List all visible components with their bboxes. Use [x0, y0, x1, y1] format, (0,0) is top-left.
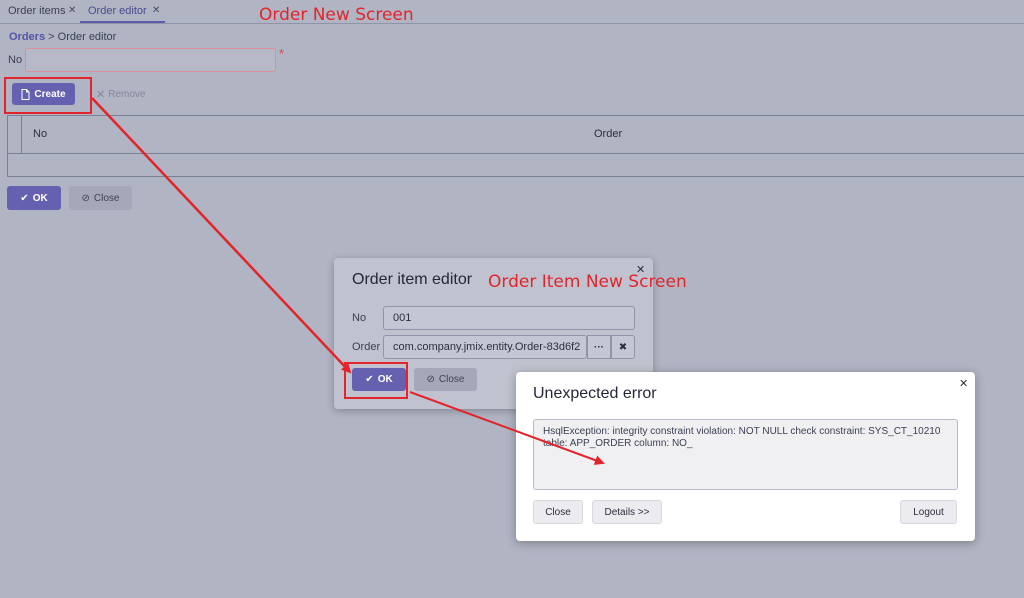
- cancel-circle-icon: ⊘: [81, 192, 90, 204]
- close-icon[interactable]: ✕: [152, 0, 160, 22]
- create-button[interactable]: Create: [12, 83, 75, 105]
- close-button-label: Close: [93, 192, 120, 204]
- remove-icon: ✕: [96, 88, 106, 101]
- breadcrumb-orders-link[interactable]: Orders: [9, 31, 45, 43]
- no-input[interactable]: [25, 48, 276, 72]
- item-order-label: Order: [352, 341, 381, 353]
- document-icon: [21, 88, 30, 100]
- create-button-label: Create: [34, 88, 66, 100]
- entity-lookup-button[interactable]: ···: [587, 335, 611, 359]
- tab-order-items-label: Order items: [8, 5, 66, 17]
- item-close-button-label: Close: [438, 374, 465, 385]
- entity-clear-button[interactable]: ✖: [611, 335, 635, 359]
- error-close-button-label: Close: [545, 506, 571, 518]
- required-indicator: *: [279, 46, 285, 61]
- breadcrumb: Orders > Order editor: [9, 31, 116, 43]
- check-icon: ✔: [20, 192, 29, 204]
- ellipsis-icon: ···: [594, 341, 604, 353]
- tab-order-items[interactable]: Order items ✕: [0, 0, 80, 22]
- ok-button-label: OK: [32, 192, 48, 204]
- column-header-no[interactable]: No: [33, 128, 47, 140]
- order-items-table: [7, 115, 1024, 177]
- check-icon: ✔: [365, 374, 374, 385]
- column-header-order[interactable]: Order: [594, 128, 622, 140]
- clear-icon: ✖: [618, 341, 628, 353]
- item-order-field[interactable]: com.company.jmix.entity.Order-83d6f2: [383, 335, 587, 359]
- annotation-order-screen: Order New Screen: [259, 5, 414, 25]
- remove-button[interactable]: ✕ Remove: [96, 86, 145, 102]
- item-close-button[interactable]: ⊘ Close: [414, 368, 477, 391]
- close-icon[interactable]: ✕: [68, 0, 76, 22]
- dialog-title: Order item editor: [352, 271, 473, 288]
- item-ok-button[interactable]: ✔ OK: [352, 368, 406, 391]
- error-details-button[interactable]: Details >>: [592, 500, 662, 524]
- item-no-input[interactable]: 001: [383, 306, 635, 330]
- close-icon[interactable]: ✕: [636, 263, 645, 276]
- item-ok-button-label: OK: [377, 374, 393, 385]
- no-field-label: No: [8, 54, 23, 66]
- tab-order-editor[interactable]: Order editor ✕: [80, 0, 165, 23]
- error-close-button[interactable]: Close: [533, 500, 583, 524]
- tab-order-editor-label: Order editor: [88, 5, 147, 17]
- table-header: [8, 116, 1024, 154]
- logout-button-label: Logout: [913, 506, 944, 518]
- error-dialog-title: Unexpected error: [533, 385, 657, 402]
- close-button[interactable]: ⊘ Close: [69, 186, 132, 210]
- close-icon[interactable]: ✕: [959, 377, 968, 390]
- cancel-circle-icon: ⊘: [426, 374, 435, 385]
- error-details-button-label: Details >>: [604, 506, 650, 518]
- item-no-label: No: [352, 312, 367, 324]
- table-select-column[interactable]: [8, 116, 22, 153]
- remove-button-label: Remove: [108, 88, 146, 100]
- error-message-box: HsqlException: integrity constraint viol…: [533, 419, 958, 490]
- annotation-order-item-screen: Order Item New Screen: [488, 272, 687, 292]
- ok-button[interactable]: ✔ OK: [7, 186, 61, 210]
- breadcrumb-separator: >: [48, 31, 55, 43]
- breadcrumb-current: Order editor: [57, 31, 117, 43]
- logout-button[interactable]: Logout: [900, 500, 957, 524]
